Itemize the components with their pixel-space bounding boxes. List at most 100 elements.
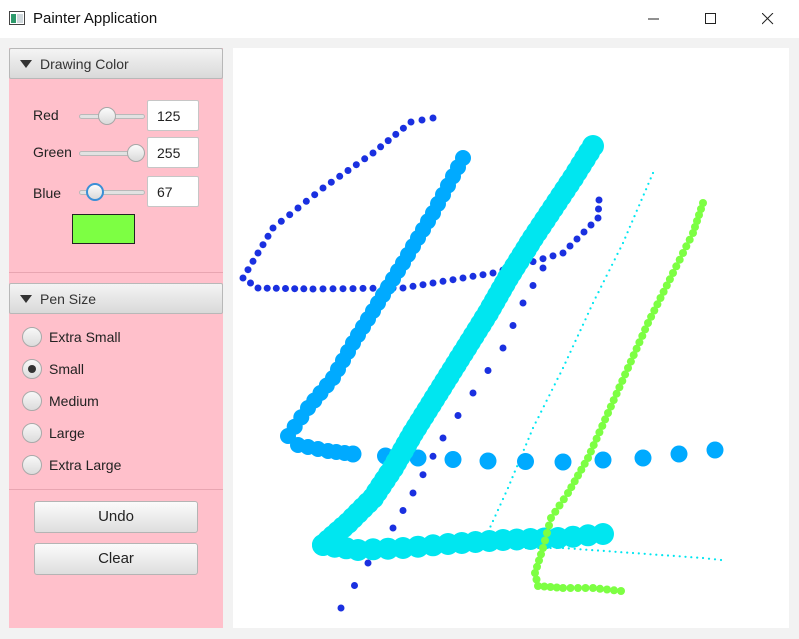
- cyan-fine-dot: [496, 508, 500, 512]
- azure-stroke-dot: [554, 453, 572, 471]
- blue-stroke-dot: [539, 255, 547, 263]
- pen-size-extra-large[interactable]: Extra Large: [9, 452, 223, 480]
- window-title: Painter Application: [33, 10, 158, 27]
- radio-button[interactable]: [22, 359, 42, 379]
- blue-stroke-dot: [369, 149, 377, 157]
- cyan-fine-dot: [553, 383, 556, 386]
- red-value-field[interactable]: 125: [147, 100, 199, 131]
- drawing-color-header[interactable]: Drawing Color: [9, 48, 223, 79]
- blue-stroke-dot: [291, 285, 299, 293]
- cyan-fine-dot: [509, 481, 512, 484]
- blue-stroke-dot: [309, 285, 317, 293]
- cyan-fine-dot: [591, 549, 594, 552]
- drawing-canvas[interactable]: [233, 48, 789, 628]
- cyan-fine-dot: [574, 339, 577, 342]
- cyan-fine-dot: [567, 547, 570, 550]
- cyan-fine-dot: [626, 231, 629, 234]
- green-stroke-dot: [610, 586, 618, 595]
- cyan-fine-dot: [571, 345, 575, 348]
- cyan-fine-dot: [635, 209, 638, 212]
- pen-size-medium[interactable]: Medium: [9, 388, 223, 416]
- collapse-triangle-icon: [20, 60, 32, 68]
- cyan-fine-dot: [525, 443, 528, 446]
- minimize-button[interactable]: [631, 0, 677, 38]
- cyan-fine-dot: [585, 548, 588, 551]
- cyan-fine-dot: [638, 204, 641, 207]
- undo-button[interactable]: Undo: [34, 501, 198, 533]
- green-label: Green: [33, 144, 72, 160]
- blue-stroke-dot: [399, 124, 407, 132]
- cyan-fine-dot: [649, 177, 652, 180]
- cyan-fine-dot: [696, 556, 699, 559]
- green-stroke-dot: [547, 514, 555, 522]
- blue-slider-thumb[interactable]: [85, 183, 104, 201]
- blue-stroke-dot: [264, 232, 272, 240]
- cyan-fine-dot: [596, 549, 600, 552]
- pen-size-header[interactable]: Pen Size: [9, 283, 223, 314]
- cyan-fine-dot: [569, 350, 572, 353]
- radio-button[interactable]: [22, 455, 42, 475]
- blue-stroke-dot: [263, 284, 271, 292]
- cyan-fine-dot: [516, 465, 519, 468]
- cyan-fine-dot: [489, 525, 492, 528]
- blue-stroke-dot: [300, 285, 308, 293]
- close-button[interactable]: [745, 0, 791, 38]
- divider: [9, 272, 223, 273]
- radio-button[interactable]: [22, 391, 42, 411]
- blue-stroke-dot: [337, 604, 345, 612]
- cyan-fine-dot: [584, 318, 587, 321]
- green-stroke-dot: [603, 585, 611, 594]
- blue-stroke-dot: [549, 252, 557, 260]
- divider: [9, 489, 223, 490]
- cyan-fine-dot: [597, 291, 600, 294]
- cyan-fine-dot: [556, 377, 559, 380]
- cyan-fine-dot: [608, 269, 611, 272]
- cyan-fine-dot: [619, 247, 622, 250]
- cyan-fine-dot: [579, 329, 582, 332]
- green-slider-thumb[interactable]: [127, 144, 145, 162]
- blue-stroke-dot: [364, 559, 372, 567]
- blue-stroke-dot: [418, 116, 426, 124]
- green-value-field[interactable]: 255: [147, 137, 199, 168]
- blue-stroke-dot: [327, 178, 335, 186]
- blue-stroke-dot: [409, 282, 417, 290]
- cyan-fine-dot: [600, 285, 603, 288]
- green-stroke-dot: [589, 584, 597, 592]
- radio-button[interactable]: [22, 327, 42, 347]
- blue-stroke-dot: [294, 204, 302, 212]
- cyan-fine-dot: [542, 405, 545, 408]
- blue-stroke-dot: [269, 224, 277, 232]
- pen-size-large[interactable]: Large: [9, 420, 223, 448]
- cyan-stroke-dot: [592, 523, 614, 545]
- blue-stroke-dot: [239, 274, 247, 282]
- cyan-fine-dot: [581, 323, 585, 326]
- cyan-fine-dot: [633, 215, 636, 218]
- radio-selected-dot: [28, 365, 36, 373]
- cyan-fine-dot: [545, 399, 548, 402]
- blue-stroke-dot: [399, 284, 407, 292]
- cyan-fine-dot: [591, 301, 595, 305]
- blue-stroke-dot: [286, 211, 294, 219]
- cyan-fine-dot: [566, 356, 570, 359]
- maximize-button[interactable]: [688, 0, 734, 38]
- green-stroke-dot: [596, 584, 604, 593]
- cyan-fine-dot: [614, 550, 617, 553]
- color-swatch: [72, 214, 135, 244]
- pen-size-extra-small[interactable]: Extra Small: [9, 324, 223, 352]
- red-slider-thumb[interactable]: [98, 107, 117, 125]
- cyan-fine-dot: [529, 432, 532, 435]
- blue-stroke-dot: [449, 276, 457, 284]
- pen-size-small[interactable]: Small: [9, 356, 223, 384]
- blue-stroke-dot: [484, 367, 492, 374]
- blue-stroke-dot: [469, 389, 477, 397]
- cyan-fine-dot: [647, 182, 650, 185]
- blue-stroke-dot: [272, 284, 280, 292]
- cyan-fine-dot: [531, 426, 535, 430]
- blue-stroke-dot: [344, 167, 352, 174]
- radio-button[interactable]: [22, 423, 42, 443]
- blue-stroke-dot: [439, 434, 447, 442]
- pen-size-label: Medium: [49, 393, 99, 409]
- blue-value-field[interactable]: 67: [147, 176, 199, 207]
- clear-button[interactable]: Clear: [34, 543, 198, 575]
- cyan-fine-dot: [643, 552, 646, 555]
